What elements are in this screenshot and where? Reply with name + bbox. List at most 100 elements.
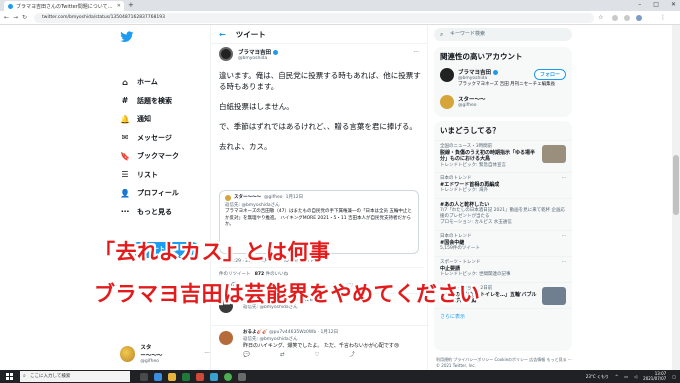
nav-label: ホーム — [137, 78, 158, 87]
tweet-stats: 件のリツイート 872 件のいいね — [219, 267, 424, 277]
reply-text: 昨日のハイキング、爆笑でしたよ。 ただ、千言わないかが心配です😢 — [243, 343, 400, 349]
edge-icon[interactable] — [154, 372, 162, 381]
url-field[interactable]: twitter.com/bmyoshida/status/13504871628… — [34, 13, 594, 23]
app-icon[interactable] — [210, 372, 218, 381]
chrome-icon[interactable] — [224, 372, 232, 381]
nav-label: もっと見る — [137, 207, 172, 216]
browser-tab[interactable]: ブラマヨ吉田さんのTwitter問題について… ✕ — [4, 1, 124, 11]
minimize-icon[interactable]: – — [638, 1, 641, 8]
reply-icon[interactable]: 💬 — [243, 352, 250, 359]
more-dots-icon[interactable]: ··· — [413, 49, 419, 56]
trend-item[interactable]: 日本のトレンド #エドワード首相の再編成 トレンドトピック: 海外 ··· — [434, 171, 572, 198]
scrollbar-thumb[interactable] — [673, 155, 679, 215]
menu-kebab-icon[interactable]: ⋮ — [660, 14, 666, 21]
nav-label: ブックマーク — [137, 152, 179, 161]
bookmark-star-icon[interactable]: ☆ — [598, 14, 603, 21]
reply-author-handle: @pu7v44635Wz0Wb · 1月12日 — [269, 330, 339, 335]
account-handle: @gifheo — [140, 359, 159, 364]
trend-subtitle: 7/7「わたしの日本酒日記 2021」動画を見に来て乾杯 企画応援のプレゼントが… — [440, 208, 566, 220]
bookmark-icon: 🔖 — [120, 151, 130, 161]
tab-title: ブラマヨ吉田さんのTwitter問題について… — [16, 3, 113, 10]
profile-avatar-icon[interactable] — [636, 15, 642, 21]
nav-label: リスト — [137, 170, 158, 179]
account-card[interactable]: ブラマヨ吉田 @bmyoshida ブラックマヨネーズ 吉田 月刊ニセーチェ編集… — [434, 66, 572, 93]
app-icon[interactable] — [238, 372, 246, 381]
panel-title: いまどうしてる？ — [440, 126, 500, 135]
quote-author-handle: @gifheo — [264, 195, 283, 200]
taskbar-search-input[interactable]: ⌕ ここに入力して検索 — [20, 371, 130, 382]
close-tab-icon[interactable]: ✕ — [117, 3, 121, 9]
nav-item-explore[interactable]: # 話題を検索 — [118, 92, 179, 111]
volume-icon[interactable]: ◁ — [634, 374, 637, 379]
reply-author-name: おるよ🎸🎸 — [243, 330, 268, 335]
avatar — [219, 331, 233, 345]
nav-label: プロフィール — [137, 189, 179, 198]
like-count[interactable]: 872 — [255, 272, 264, 277]
page-scrollbar[interactable] — [672, 25, 680, 370]
retweet-count-label[interactable]: 件のリツイート — [219, 272, 251, 277]
follow-button[interactable]: フォロー — [534, 69, 566, 80]
trend-item[interactable]: 全国のニュース・3時間前 脱線・負傷のうえ初の時期指示「ゆる場半分」ものにおける… — [434, 140, 572, 172]
windows-taskbar: ⌕ ここに入力して検索 23°C くもり ^ ▭ ◁ 13:07 2021/07… — [0, 370, 680, 383]
weather-label[interactable]: 23°C くもり — [586, 374, 609, 380]
twitter-bird-icon[interactable] — [120, 31, 134, 45]
retweet-icon[interactable]: ⇄ — [280, 352, 285, 359]
nav-item-messages[interactable]: ✉ メッセージ — [118, 129, 179, 148]
account-handle: @gifheo — [458, 103, 477, 108]
forward-arrow-icon[interactable]: → — [13, 14, 18, 21]
windows-start-icon[interactable] — [0, 370, 18, 383]
mail-icon: ✉ — [121, 133, 129, 143]
more-dots-icon[interactable]: ··· — [562, 260, 566, 266]
panel-title: 関連性の高いアカウント — [440, 52, 523, 61]
window-close-icon[interactable]: ✕ — [671, 1, 676, 8]
profile-icon: 👤 — [120, 188, 130, 198]
like-count-label: 件のいいね — [265, 272, 289, 277]
page-header: ← ツイート — [211, 25, 427, 44]
search-input[interactable]: ⌕ キーワード検索 — [434, 28, 572, 41]
extension-icon[interactable] — [612, 15, 618, 21]
nav-item-bookmarks[interactable]: 🔖 ブックマーク — [118, 147, 179, 166]
address-bar-row: ← → ↻ twitter.com/bmyoshida/status/13504… — [0, 11, 680, 25]
share-icon[interactable]: ⤴ — [349, 352, 355, 359]
back-arrow-icon[interactable]: ← — [4, 14, 9, 21]
task-view-icon[interactable] — [140, 372, 148, 381]
author-handle: @bmyoshida — [238, 55, 268, 61]
tweet-author[interactable]: ブラマヨ吉田 @bmyoshida — [219, 47, 279, 61]
account-switcher[interactable]: スター〜〜〜 @gifheo ··· — [120, 343, 210, 364]
more-dots-icon[interactable]: ··· — [562, 234, 566, 240]
like-icon[interactable]: ♡ — [314, 352, 319, 359]
new-tab-icon[interactable]: + — [128, 1, 134, 9]
trends-panel: いまどうしてる？ 全国のニュース・3時間前 脱線・負傷のうえ初の時期指示「ゆる場… — [434, 121, 572, 351]
trend-item[interactable]: 日本のトレンド #国会中継 5,159件のツイート ··· — [434, 229, 572, 256]
trend-item[interactable]: #あの人と乾杯したい 7/7「わたしの日本酒日記 2021」動画を見に来て乾杯 … — [434, 197, 572, 230]
back-arrow-icon[interactable]: ← — [219, 30, 226, 39]
reply-tweet[interactable]: おるよ🎸🎸 @pu7v44635Wz0Wb · 1月12日 返信先: @bmyo… — [211, 325, 429, 370]
nav-label: メッセージ — [137, 133, 172, 142]
extension-icon[interactable] — [624, 15, 630, 21]
app-icon[interactable] — [196, 372, 204, 381]
quote-author-name: スター〜〜〜 — [234, 195, 261, 200]
show-more-link[interactable]: さらに表示 — [434, 307, 572, 324]
reload-icon[interactable]: ↻ — [22, 14, 27, 21]
nav-item-notifications[interactable]: 🔔 通知 — [118, 110, 179, 129]
app-icon[interactable] — [182, 372, 190, 381]
nav-item-home[interactable]: ⌂ ホーム — [118, 73, 179, 92]
tray-arrow-icon[interactable]: ^ — [615, 374, 618, 379]
nav-item-profile[interactable]: 👤 プロフィール — [118, 184, 179, 203]
avatar — [225, 195, 231, 202]
overlay-caption-line1: 「去れよカス」とは何事 — [94, 240, 331, 264]
file-explorer-icon[interactable] — [168, 372, 176, 381]
footer-links[interactable]: 利用規約 プライバシーポリシー Cookieのポリシー 広告情報 もっと見る ·… — [436, 357, 574, 368]
trend-title: 脱線・負傷のうえ初の時期指示「ゆる場半分」ものにおける大鳥 — [440, 150, 536, 163]
notification-icon[interactable]: ▢ — [672, 374, 676, 379]
nav-item-lists[interactable]: ☰ リスト — [118, 166, 179, 185]
browser-tab-bar: ブラマヨ吉田さんのTwitter問題について… ✕ + – □ ✕ — [0, 0, 680, 11]
more-dots-icon[interactable]: ··· — [562, 176, 566, 182]
network-icon[interactable]: ▭ — [624, 374, 628, 379]
account-card[interactable]: スター〜〜 @gifheo — [434, 93, 572, 120]
avatar — [440, 95, 454, 109]
clock[interactable]: 13:07 2021/07/07 — [643, 371, 666, 382]
primary-nav: ⌂ ホーム # 話題を検索 🔔 通知 ✉ メッセージ 🔖 ブックマーク ☰ リスト 👤 プロフ… — [118, 73, 179, 221]
nav-item-more[interactable]: ⋯ もっと見る — [118, 203, 179, 222]
maximize-icon[interactable]: □ — [653, 1, 659, 8]
